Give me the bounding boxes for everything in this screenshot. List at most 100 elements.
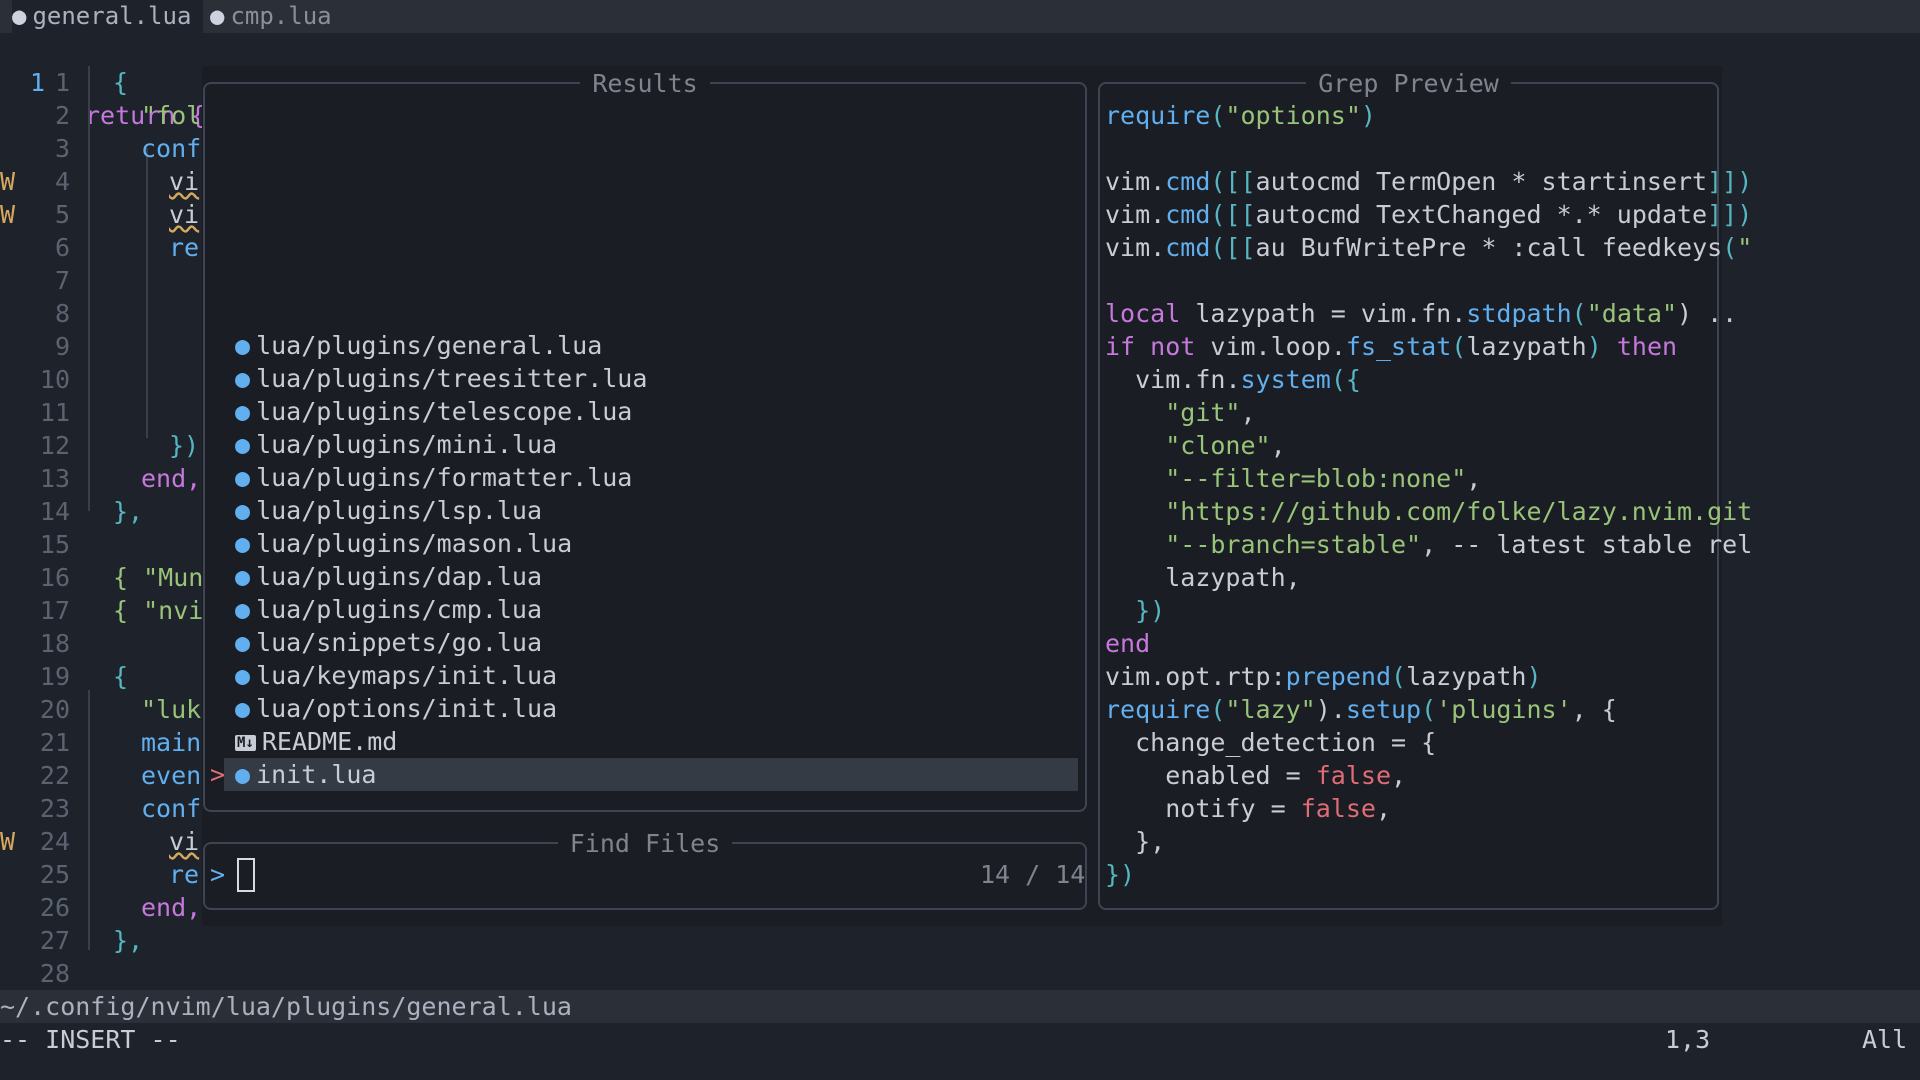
line-code: even — [141, 761, 202, 790]
result-path: lua/plugins/treesitter.lua — [256, 364, 648, 393]
line-number: 13 — [39, 464, 70, 493]
preview-line: change_detection = { — [1135, 728, 1437, 757]
preview-line: require("lazy").setup('plugins', { — [1105, 695, 1617, 724]
lua-icon: ● — [235, 529, 251, 558]
line-number: 7 — [54, 266, 70, 295]
line-number: 24 — [39, 827, 70, 856]
lua-icon: ● — [235, 331, 251, 360]
result-path: lua/plugins/cmp.lua — [256, 595, 543, 624]
line-code: "luk — [141, 695, 202, 724]
line-number: 15 — [39, 530, 70, 559]
tab-general-lua[interactable]: ● general.lua — [12, 0, 204, 33]
line-code: }) — [169, 431, 200, 460]
line-number: 10 — [39, 365, 70, 394]
result-path: lua/snippets/go.lua — [256, 628, 543, 657]
result-item[interactable]: ● lua/keymaps/init.lua — [235, 659, 557, 692]
preview-line: notify = false, — [1165, 794, 1392, 823]
selection-caret: > — [210, 760, 226, 789]
result-item[interactable]: ● lua/plugins/telescope.lua — [235, 395, 632, 428]
indent-guide — [88, 66, 90, 511]
result-item[interactable]: ● lua/options/init.lua — [235, 692, 557, 725]
result-item[interactable]: ● lua/plugins/lsp.lua — [235, 494, 542, 527]
results-title: Results — [580, 69, 710, 98]
line-number: 18 — [39, 629, 70, 658]
prompt-title: Find Files — [557, 829, 733, 858]
result-path: lua/plugins/general.lua — [256, 331, 603, 360]
line-number: 6 — [54, 233, 70, 262]
line-number: 8 — [54, 299, 70, 328]
preview-line: lazypath, — [1165, 563, 1301, 592]
line-number: 27 — [39, 926, 70, 955]
line-number: 4 — [54, 167, 70, 196]
line-code: { "Mun — [113, 563, 204, 592]
result-path: lua/options/init.lua — [256, 694, 558, 723]
tab-label: cmp.lua — [230, 2, 332, 30]
preview-line: "https://github.com/folke/lazy.nvim.git — [1165, 497, 1753, 526]
line-code: { — [113, 662, 129, 691]
lua-icon: ● — [235, 760, 251, 789]
result-item[interactable]: ● lua/plugins/treesitter.lua — [235, 362, 647, 395]
result-item[interactable]: ● init.lua — [235, 758, 376, 791]
preview-line: vim.cmd([[au BufWritePre * :call feedkey… — [1105, 233, 1753, 262]
result-path: lua/plugins/lsp.lua — [256, 496, 543, 525]
result-item[interactable]: ● lua/plugins/formatter.lua — [235, 461, 632, 494]
result-path: lua/keymaps/init.lua — [256, 661, 558, 690]
preview-line: vim.fn.system({ — [1135, 365, 1361, 394]
line-code: }, — [113, 497, 144, 526]
line-number: 22 — [39, 761, 70, 790]
lua-icon: ● — [235, 397, 251, 426]
result-path: lua/plugins/mini.lua — [256, 430, 558, 459]
result-path: lua/plugins/dap.lua — [256, 562, 543, 591]
preview-line: vim.cmd([[autocmd TermOpen * startinsert… — [1105, 167, 1753, 196]
results-count: 14 / 14 — [980, 860, 1086, 889]
preview-line: vim.opt.rtp:prepend(lazypath) — [1105, 662, 1542, 691]
statusline: ~/.config/nvim/lua/plugins/general.lua — [0, 990, 1920, 1023]
lua-icon: ● — [210, 2, 225, 30]
result-item[interactable]: ● lua/plugins/mini.lua — [235, 428, 557, 461]
line-code: "fol — [141, 101, 202, 130]
line-code: conf — [141, 794, 202, 823]
line-code: vi — [169, 167, 200, 196]
line-number: 28 — [39, 959, 70, 988]
preview-line: enabled = false, — [1165, 761, 1407, 790]
line-code: vi — [169, 827, 200, 856]
line-code: re — [169, 233, 200, 262]
result-item[interactable]: ● lua/plugins/mason.lua — [235, 527, 572, 560]
result-path: lua/plugins/telescope.lua — [256, 397, 633, 426]
editor-line-current[interactable]: 1 return { — [0, 33, 205, 130]
line-number: 11 — [39, 398, 70, 427]
preview-line: vim.cmd([[autocmd TextChanged *.* update… — [1105, 200, 1753, 229]
line-code: { "nvi — [113, 596, 204, 625]
markdown-icon: M↓ — [235, 735, 256, 751]
result-item[interactable]: ● lua/plugins/dap.lua — [235, 560, 542, 593]
line-number: 1 — [54, 68, 70, 97]
result-item[interactable]: ● lua/plugins/general.lua — [235, 329, 602, 362]
result-path: lua/plugins/formatter.lua — [256, 463, 633, 492]
preview-line: "--branch=stable", -- latest stable rel — [1165, 530, 1753, 559]
line-code: { — [113, 68, 129, 97]
line-number: 21 — [39, 728, 70, 757]
line-number: 9 — [54, 332, 70, 361]
line-number: 12 — [39, 431, 70, 460]
cursor-position: 1,3 — [1665, 1025, 1711, 1054]
result-item[interactable]: M↓ README.md — [235, 725, 397, 758]
line-number: 2 — [54, 101, 70, 130]
scroll-percent: All — [1862, 1025, 1908, 1054]
prompt-input-cursor[interactable] — [237, 858, 255, 892]
result-item[interactable]: ● lua/snippets/go.lua — [235, 626, 542, 659]
line-code: }, — [113, 926, 144, 955]
preview-line: }) — [1105, 860, 1136, 889]
line-code: end, — [141, 893, 202, 922]
preview-line: local lazypath = vim.fn.stdpath("data") … — [1105, 299, 1738, 328]
preview-line: "git", — [1165, 398, 1256, 427]
line-number: 14 — [39, 497, 70, 526]
preview-line: end — [1105, 629, 1151, 658]
lua-icon: ● — [235, 628, 251, 657]
lua-icon: ● — [235, 430, 251, 459]
result-path: README.md — [261, 727, 398, 756]
line-number: 20 — [39, 695, 70, 724]
prompt-panel: Find Files — [203, 829, 1087, 910]
result-item[interactable]: ● lua/plugins/cmp.lua — [235, 593, 542, 626]
tab-cmp-lua[interactable]: ● cmp.lua — [210, 0, 332, 33]
lua-icon: ● — [12, 2, 27, 30]
